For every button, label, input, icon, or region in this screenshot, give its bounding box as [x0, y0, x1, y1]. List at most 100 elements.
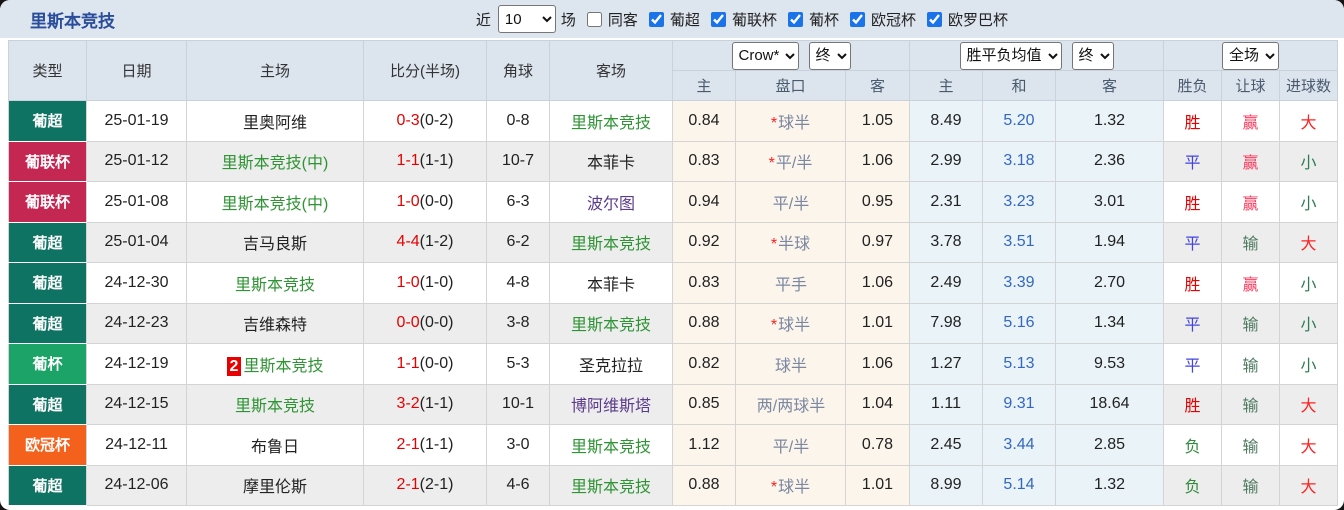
handicap-text: 球半 [778, 479, 811, 497]
league-checkbox-0[interactable] [648, 11, 664, 27]
handicap-text: 平手 [774, 276, 807, 294]
avg-odds-draw: 3.39 [982, 262, 1056, 304]
league-badge: 葡超 [8, 464, 87, 506]
away-team-name[interactable]: 本菲卡 [587, 277, 635, 294]
subcol-handicap-result: 让球 [1221, 70, 1281, 101]
home-team[interactable]: 里斯本竞技 [186, 262, 364, 304]
handicap-result-badge: 输 [1221, 383, 1281, 425]
match-date: 24-12-06 [86, 464, 187, 506]
away-team[interactable]: 本菲卡 [549, 262, 673, 304]
home-team-name[interactable]: 里斯本竞技(中) [222, 196, 329, 213]
home-team-name[interactable]: 里斯本竞技 [235, 398, 315, 415]
same-away-checkbox[interactable] [586, 11, 602, 27]
away-team[interactable]: 里斯本竞技 [549, 464, 673, 506]
table-row: 葡超 24-12-06 摩里伦斯 2-1(2-1) 4-6 里斯本竞技 0.88… [8, 464, 1339, 506]
star-marker: * [768, 155, 775, 173]
goals-result-badge: 大 [1279, 424, 1339, 466]
handicap-text: 平/半 [775, 155, 813, 173]
half-score: (0-0) [419, 192, 454, 210]
subcol-result: 胜负 [1163, 70, 1223, 101]
corner-count: 3-8 [486, 302, 550, 344]
handicap-text: 半球 [778, 236, 811, 254]
home-team-name[interactable]: 里斯本竞技(中) [222, 155, 329, 172]
avg-odds-select[interactable]: 胜平负均值 [959, 41, 1062, 70]
final-score: 4-4 [396, 233, 420, 251]
match-date: 24-12-23 [86, 302, 187, 344]
final-score: 1-1 [396, 152, 420, 170]
avg-odds-home: 3.78 [909, 221, 983, 263]
away-team-name[interactable]: 本菲卡 [587, 155, 635, 172]
corner-count: 10-7 [486, 140, 550, 182]
filter-controls: 近 10 场 同客 葡超 葡联杯 葡杯 欧冠杯 欧罗巴杯 [476, 5, 1010, 33]
goals-result-badge: 小 [1279, 262, 1339, 304]
league-checkbox-1[interactable] [710, 11, 726, 27]
home-team-name[interactable]: 里斯本竞技 [243, 358, 323, 375]
league-checkbox-2[interactable] [787, 11, 803, 27]
odds-time-select[interactable]: 终 [808, 41, 851, 70]
near-count-select[interactable]: 10 [497, 5, 556, 33]
away-team-name[interactable]: 里斯本竞技 [571, 115, 651, 132]
home-team[interactable]: 布鲁日 [186, 424, 364, 466]
handicap-result-badge: 赢 [1221, 140, 1281, 182]
away-team-name[interactable]: 博阿维斯塔 [571, 398, 651, 415]
home-team[interactable]: 里斯本竞技(中) [186, 140, 364, 182]
away-team[interactable]: 本菲卡 [549, 140, 673, 182]
home-team-name[interactable]: 吉马良斯 [243, 236, 307, 253]
handicap-line: 平手 [735, 262, 846, 304]
away-team[interactable]: 里斯本竞技 [549, 424, 673, 466]
home-team[interactable]: 吉马良斯 [186, 221, 364, 263]
home-team[interactable]: 里斯本竞技 [186, 383, 364, 425]
away-team[interactable]: 里斯本竞技 [549, 302, 673, 344]
half-score: (1-1) [419, 152, 454, 170]
avg-odds-away: 2.70 [1054, 262, 1165, 304]
home-team-name[interactable]: 布鲁日 [251, 439, 299, 456]
col-header-type: 类型 [8, 40, 87, 101]
handicap-line: 两/两球半 [735, 383, 846, 425]
handicap-text: 球半 [778, 317, 811, 335]
home-team[interactable]: 里斯本竞技(中) [186, 181, 364, 223]
away-team[interactable]: 博阿维斯塔 [549, 383, 673, 425]
home-team-name[interactable]: 摩里伦斯 [243, 479, 307, 496]
away-team[interactable]: 波尔图 [549, 181, 673, 223]
scope-select[interactable]: 全场 [1222, 41, 1280, 70]
league-label-3: 欧冠杯 [870, 11, 916, 29]
score-cell: 2-1(1-1) [363, 424, 487, 466]
half-score: (1-2) [419, 233, 454, 251]
avg-odds-header: 胜平负均值 终 [908, 40, 1165, 71]
handicap-odds-home: 0.83 [672, 262, 736, 304]
handicap-odds-away: 1.05 [845, 100, 910, 142]
away-team[interactable]: 圣克拉拉 [549, 343, 673, 385]
away-team-name[interactable]: 里斯本竞技 [571, 439, 651, 456]
away-team-name[interactable]: 里斯本竞技 [571, 317, 651, 334]
away-team-name[interactable]: 波尔图 [587, 196, 635, 213]
league-badge: 葡超 [8, 262, 87, 304]
final-score: 1-0 [396, 192, 420, 210]
result-badge: 胜 [1163, 383, 1223, 425]
scope-header: 全场 [1163, 40, 1339, 71]
home-team[interactable]: 2 里斯本竞技 [186, 343, 364, 385]
home-team[interactable]: 吉维森特 [186, 302, 364, 344]
league-checkbox-3[interactable] [849, 11, 865, 27]
away-team[interactable]: 里斯本竞技 [549, 100, 673, 142]
avg-time-select[interactable]: 终 [1071, 41, 1114, 70]
league-label-1: 葡联杯 [731, 11, 777, 29]
league-label-2: 葡杯 [808, 11, 839, 29]
table-row: 葡超 25-01-04 吉马良斯 4-4(1-2) 6-2 里斯本竞技 0.92… [8, 221, 1339, 263]
home-team-name[interactable]: 吉维森特 [243, 317, 307, 334]
match-date: 24-12-11 [86, 424, 187, 466]
away-team-name[interactable]: 里斯本竞技 [571, 479, 651, 496]
away-team-name[interactable]: 圣克拉拉 [579, 358, 643, 375]
away-team[interactable]: 里斯本竞技 [549, 221, 673, 263]
league-label-4: 欧罗巴杯 [947, 11, 1008, 29]
odds-company-select[interactable]: Crow* [731, 41, 799, 70]
col-header-score: 比分(半场) [363, 40, 487, 101]
league-checkbox-4[interactable] [926, 11, 942, 27]
final-score: 3-2 [396, 395, 420, 413]
score-cell: 1-1(1-1) [363, 140, 487, 182]
home-team[interactable]: 摩里伦斯 [186, 464, 364, 506]
home-team-name[interactable]: 里奥阿维 [243, 115, 307, 132]
corner-count: 6-3 [486, 181, 550, 223]
home-team-name[interactable]: 里斯本竞技 [235, 277, 315, 294]
home-team[interactable]: 里奥阿维 [186, 100, 364, 142]
away-team-name[interactable]: 里斯本竞技 [571, 236, 651, 253]
